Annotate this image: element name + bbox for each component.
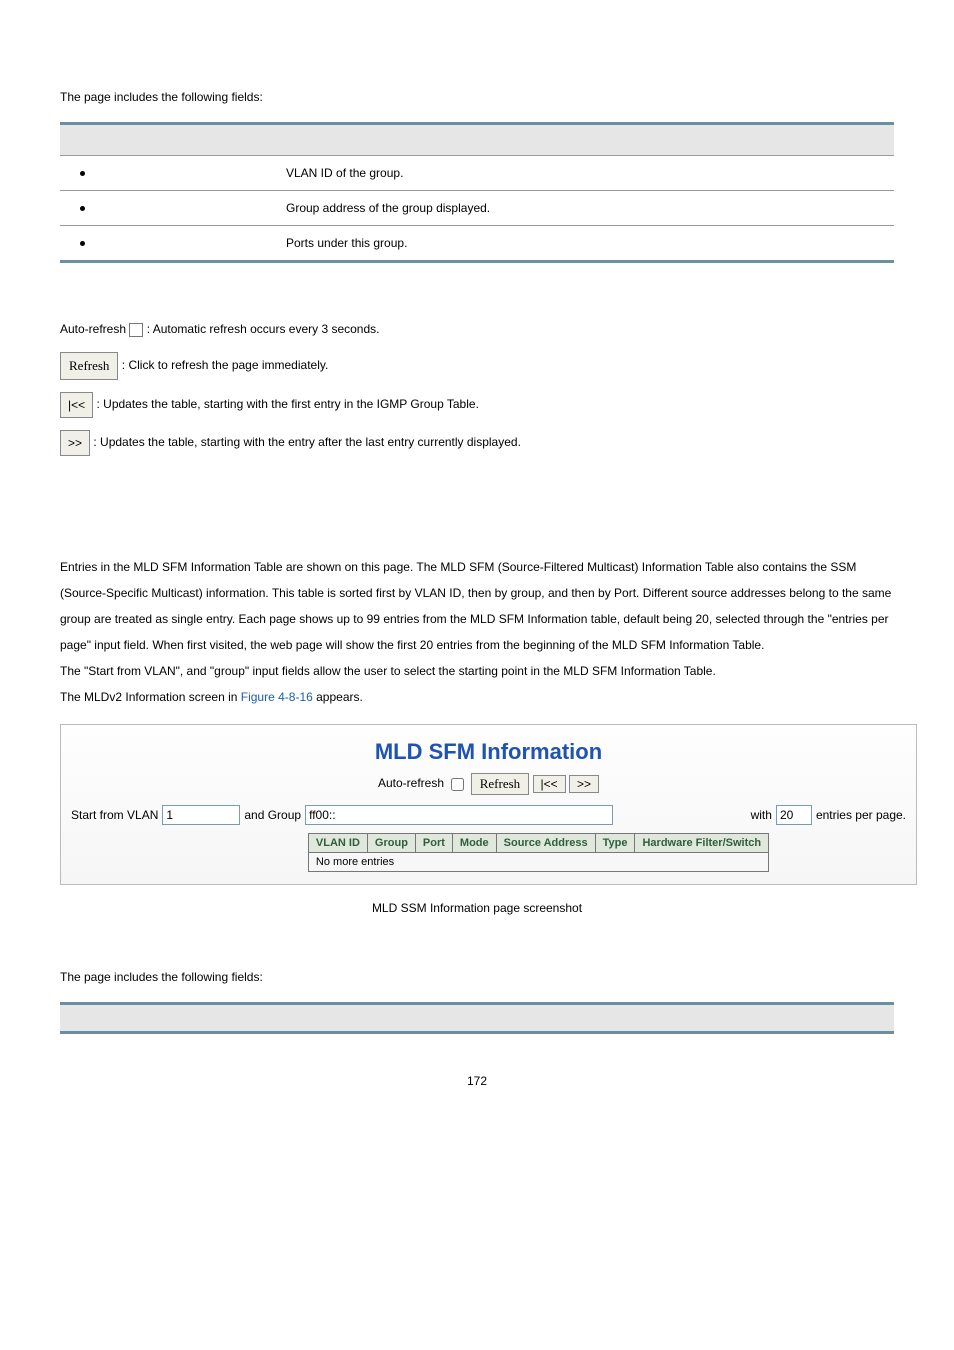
bullet-icon xyxy=(80,241,85,246)
fields-table-1: VLAN ID of the group. Group address of t… xyxy=(60,122,894,263)
col-description xyxy=(274,124,894,156)
col-vlan-id: VLAN ID xyxy=(308,834,367,853)
bullet-icon xyxy=(80,171,85,176)
col-description xyxy=(252,1004,894,1033)
refresh-button[interactable]: Refresh xyxy=(471,773,529,795)
next-line: >> : Updates the table, starting with th… xyxy=(60,430,894,456)
table-row: Ports under this group. xyxy=(60,226,894,262)
mld-sfm-panel: MLD SFM Information Auto-refresh Refresh… xyxy=(60,724,917,885)
refresh-line: Refresh : Click to refresh the page imme… xyxy=(60,352,894,380)
col-object xyxy=(60,1004,252,1033)
body-text-2: The "Start from VLAN", and "group" input… xyxy=(60,658,894,684)
first-page-button[interactable]: |<< xyxy=(533,775,566,793)
col-type: Type xyxy=(595,834,635,853)
next-page-button-icon: >> xyxy=(60,430,90,456)
next-page-button[interactable]: >> xyxy=(569,775,599,793)
col-hw-filter: Hardware Filter/Switch xyxy=(635,834,769,853)
sfm-table: VLAN ID Group Port Mode Source Address T… xyxy=(308,833,769,872)
intro-text-2: The page includes the following fields: xyxy=(60,970,894,984)
figure-ref: The MLDv2 Information screen in Figure 4… xyxy=(60,684,894,710)
first-page-button-icon: |<< xyxy=(60,392,93,418)
group-input[interactable] xyxy=(305,805,613,825)
entries-per-page-input[interactable] xyxy=(776,805,812,825)
checkbox-icon xyxy=(129,323,143,337)
auto-refresh-label: Auto-refresh xyxy=(378,776,444,790)
bullet-icon xyxy=(80,206,85,211)
col-port: Port xyxy=(415,834,452,853)
no-more-entries: No more entries xyxy=(308,853,768,872)
intro-text: The page includes the following fields: xyxy=(60,90,894,104)
col-object xyxy=(60,124,274,156)
refresh-button-icon: Refresh xyxy=(60,352,118,380)
fields-table-2-head xyxy=(60,1002,894,1034)
panel-title: MLD SFM Information xyxy=(71,739,906,765)
auto-refresh-line: Auto-refresh : Automatic refresh occurs … xyxy=(60,318,894,340)
figure-link[interactable]: Figure 4-8-16 xyxy=(241,690,313,704)
cell-desc: Ports under this group. xyxy=(274,226,894,262)
col-group: Group xyxy=(367,834,415,853)
col-mode: Mode xyxy=(452,834,496,853)
with-label: with xyxy=(751,808,772,822)
body-text: Entries in the MLD SFM Information Table… xyxy=(60,554,894,658)
cell-desc: VLAN ID of the group. xyxy=(274,156,894,191)
per-page-suffix: entries per page. xyxy=(816,808,906,822)
start-from-label: Start from VLAN xyxy=(71,808,158,822)
table-row: No more entries xyxy=(308,853,768,872)
auto-refresh-checkbox[interactable] xyxy=(451,778,464,791)
table-row: Group address of the group displayed. xyxy=(60,191,894,226)
col-source-address: Source Address xyxy=(496,834,595,853)
page-number: 172 xyxy=(60,1074,894,1088)
figure-caption: MLD SSM Information page screenshot xyxy=(60,901,894,915)
table-row: VLAN ID of the group. xyxy=(60,156,894,191)
vlan-input[interactable] xyxy=(162,805,240,825)
cell-desc: Group address of the group displayed. xyxy=(274,191,894,226)
and-group-label: and Group xyxy=(244,808,301,822)
first-line: |<< : Updates the table, starting with t… xyxy=(60,392,894,418)
